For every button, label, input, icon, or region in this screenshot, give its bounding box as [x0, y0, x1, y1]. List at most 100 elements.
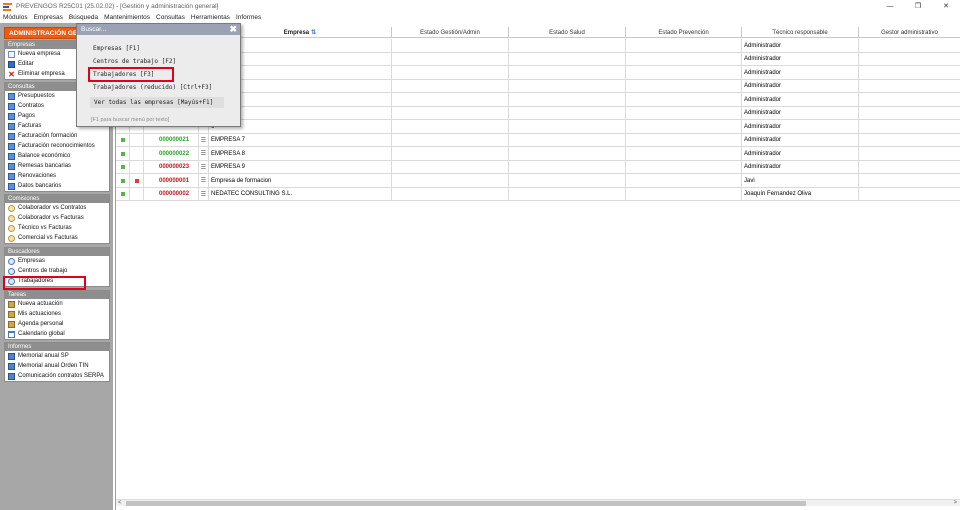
restore-button[interactable]: ❐: [904, 0, 932, 12]
sidebar-item-memorial-sp[interactable]: Memorial anual SP: [5, 351, 109, 361]
column-header-tecnico[interactable]: Técnico responsable: [742, 27, 859, 38]
tecnico-cell: Administrador: [742, 147, 859, 160]
close-window-button[interactable]: ✕: [932, 0, 960, 12]
minimize-button[interactable]: —: [876, 0, 904, 12]
window-title: PREVENGOS R25C01 (25.02.02) - [Gestión y…: [16, 2, 219, 10]
company-code[interactable]: 000000023: [144, 160, 199, 174]
company-code[interactable]: 000000001: [144, 174, 199, 187]
popup-hint: [F1 para buscar menú por texto]: [91, 117, 170, 123]
company-code[interactable]: 000000022: [144, 147, 199, 160]
tecnico-cell: Administrador: [742, 120, 859, 133]
row-menu-icon[interactable]: ☰: [199, 147, 209, 160]
popup-item-ver-todas[interactable]: Ver todas las empresas [Mayús+F1]: [90, 97, 224, 108]
estado-salud-cell: [509, 147, 626, 160]
table-row[interactable]: 000000023 ☰ EMPRESA 9 Administrador: [116, 160, 960, 174]
row-menu-icon[interactable]: ☰: [199, 187, 209, 201]
section-header: Buscadores: [5, 248, 109, 256]
company-code[interactable]: 000000021: [144, 133, 199, 147]
table-row[interactable]: 5Administrador: [116, 106, 960, 120]
sidebar-item-nueva-actuacion[interactable]: Nueva actuación: [5, 299, 109, 309]
sidebar-item-label: Eliminar empresa: [18, 71, 65, 77]
sidebar-item-renovaciones[interactable]: Renovaciones: [5, 171, 109, 181]
sidebar-item-balance-economico[interactable]: Balance económico: [5, 151, 109, 161]
grid-icon: [8, 152, 15, 160]
sidebar-item-facturacion-formacion[interactable]: Facturación formación: [5, 131, 109, 141]
sidebar-item-label: Renovaciones: [18, 173, 57, 179]
sidebar-item-calendario-global[interactable]: Calendario global: [5, 329, 109, 339]
grid-icon: [8, 112, 15, 120]
table-row[interactable]: 4Administrador: [116, 93, 960, 107]
estado-salud-cell: [509, 133, 626, 147]
company-code[interactable]: 000000002: [144, 187, 199, 201]
column-header-estado-prevencion[interactable]: Estado Prevención: [626, 27, 742, 38]
menu-consultas[interactable]: Consultas: [153, 14, 188, 21]
sort-icon: ⇅: [311, 30, 317, 36]
estado-prevencion-cell: [626, 106, 742, 120]
sidebar-item-tecnico-facturas[interactable]: Técnico vs Facturas: [5, 223, 109, 233]
gestor-cell: [859, 80, 960, 93]
sidebar-item-mis-actuaciones[interactable]: Mis actuaciones: [5, 309, 109, 319]
section-header: Comisiones: [5, 195, 109, 203]
table-row[interactable]: 6Administrador: [116, 120, 960, 134]
popup-item-centros[interactable]: Centros de trabajo [F2]: [93, 56, 176, 67]
tecnico-cell: Administrador: [742, 160, 859, 174]
table-row[interactable]: 10aAdministrador: [116, 52, 960, 66]
app-logo-icon: [3, 2, 12, 11]
sidebar-item-memorial-tin[interactable]: Memorial anual Orden TIN: [5, 361, 109, 371]
sidebar-item-comercial-facturas[interactable]: Comercial vs Facturas: [5, 233, 109, 243]
menu-mantenimientos[interactable]: Mantenimientos: [101, 14, 153, 21]
company-name: Empresa de formacion: [209, 174, 392, 187]
scroll-right-icon[interactable]: >: [953, 500, 957, 506]
scroll-left-icon[interactable]: <: [118, 500, 122, 506]
sidebar-item-colaborador-contratos[interactable]: Colaborador vs Contratos: [5, 203, 109, 213]
users-icon: [8, 204, 15, 212]
scrollbar-thumb[interactable]: [126, 501, 806, 506]
status-green-icon: [120, 192, 125, 196]
sidebar-item-facturacion-reconocimientos[interactable]: Facturación reconocimientos: [5, 141, 109, 151]
title-bar: PREVENGOS R25C01 (25.02.02) - [Gestión y…: [0, 0, 960, 12]
menu-busqueda[interactable]: Búsqueda: [66, 14, 101, 21]
gestor-cell: [859, 134, 960, 147]
flag-cell: [130, 160, 144, 174]
row-menu-icon[interactable]: ☰: [199, 133, 209, 147]
row-menu-icon[interactable]: ☰: [199, 174, 209, 187]
sidebar-item-buscar-centros[interactable]: Centros de trabajo: [5, 266, 109, 276]
popup-item-trabajadores-reducido[interactable]: Trabajadores (reducido) [Ctrl+F3]: [93, 82, 212, 93]
menu-informes[interactable]: Informes: [233, 14, 264, 21]
sidebar-item-label: Centros de trabajo: [18, 268, 68, 274]
status-green-icon: [120, 178, 125, 183]
column-header-estado-salud[interactable]: Estado Salud: [509, 27, 626, 38]
menu-empresas[interactable]: Empresas: [31, 14, 66, 21]
sidebar-item-label: Datos bancarios: [18, 183, 62, 189]
estado-prevencion-cell: [626, 187, 742, 201]
horizontal-scrollbar[interactable]: < >: [116, 499, 960, 506]
menu-bar: Módulos Empresas Búsqueda Mantenimientos…: [0, 12, 960, 22]
admin-general-button[interactable]: ADMINISTRACIÓN GENERAL: [4, 27, 77, 39]
estado-gestion-cell: [392, 79, 509, 93]
column-header-gestor[interactable]: Gestor administrativo: [859, 27, 960, 38]
table-row[interactable]: 000000001 ☰ Empresa de formacion Javi: [116, 174, 960, 188]
report-icon: [8, 372, 15, 380]
table-row[interactable]: 2Administrador: [116, 66, 960, 80]
menu-herramientas[interactable]: Herramientas: [188, 14, 233, 21]
sidebar-item-comunicacion-serpa[interactable]: Comunicación contratos SERPA: [5, 371, 109, 381]
row-menu-icon[interactable]: ☰: [199, 160, 209, 174]
column-header-estado-gestion[interactable]: Estado Gestión/Admin: [392, 27, 509, 38]
sidebar-item-colaborador-facturas[interactable]: Colaborador vs Facturas: [5, 213, 109, 223]
table-row[interactable]: 000000022 ☰ EMPRESA 8 Administrador: [116, 147, 960, 161]
sidebar-item-label: Facturas: [18, 123, 42, 129]
edit-icon: [8, 60, 15, 68]
close-icon[interactable]: ✖: [229, 24, 237, 35]
sidebar-item-agenda-personal[interactable]: Agenda personal: [5, 319, 109, 329]
sidebar-item-buscar-empresas[interactable]: Empresas: [5, 256, 109, 266]
gestor-cell: [859, 188, 960, 201]
table-row[interactable]: 3Administrador: [116, 79, 960, 93]
doc-icon: [8, 50, 15, 58]
sidebar-item-remesas-bancarias[interactable]: Remesas bancarias: [5, 161, 109, 171]
menu-modulos[interactable]: Módulos: [0, 14, 31, 21]
popup-item-empresas[interactable]: Empresas [F1]: [93, 43, 140, 54]
table-row[interactable]: 000000002 ☰ NEDATEC CONSULTING S.L. Joaquín…: [116, 187, 960, 201]
table-row[interactable]: 1Administrador: [116, 39, 960, 53]
table-row[interactable]: 000000021 ☰ EMPRESA 7 Administrador: [116, 133, 960, 147]
sidebar-item-datos-bancarios[interactable]: Datos bancarios: [5, 181, 109, 191]
